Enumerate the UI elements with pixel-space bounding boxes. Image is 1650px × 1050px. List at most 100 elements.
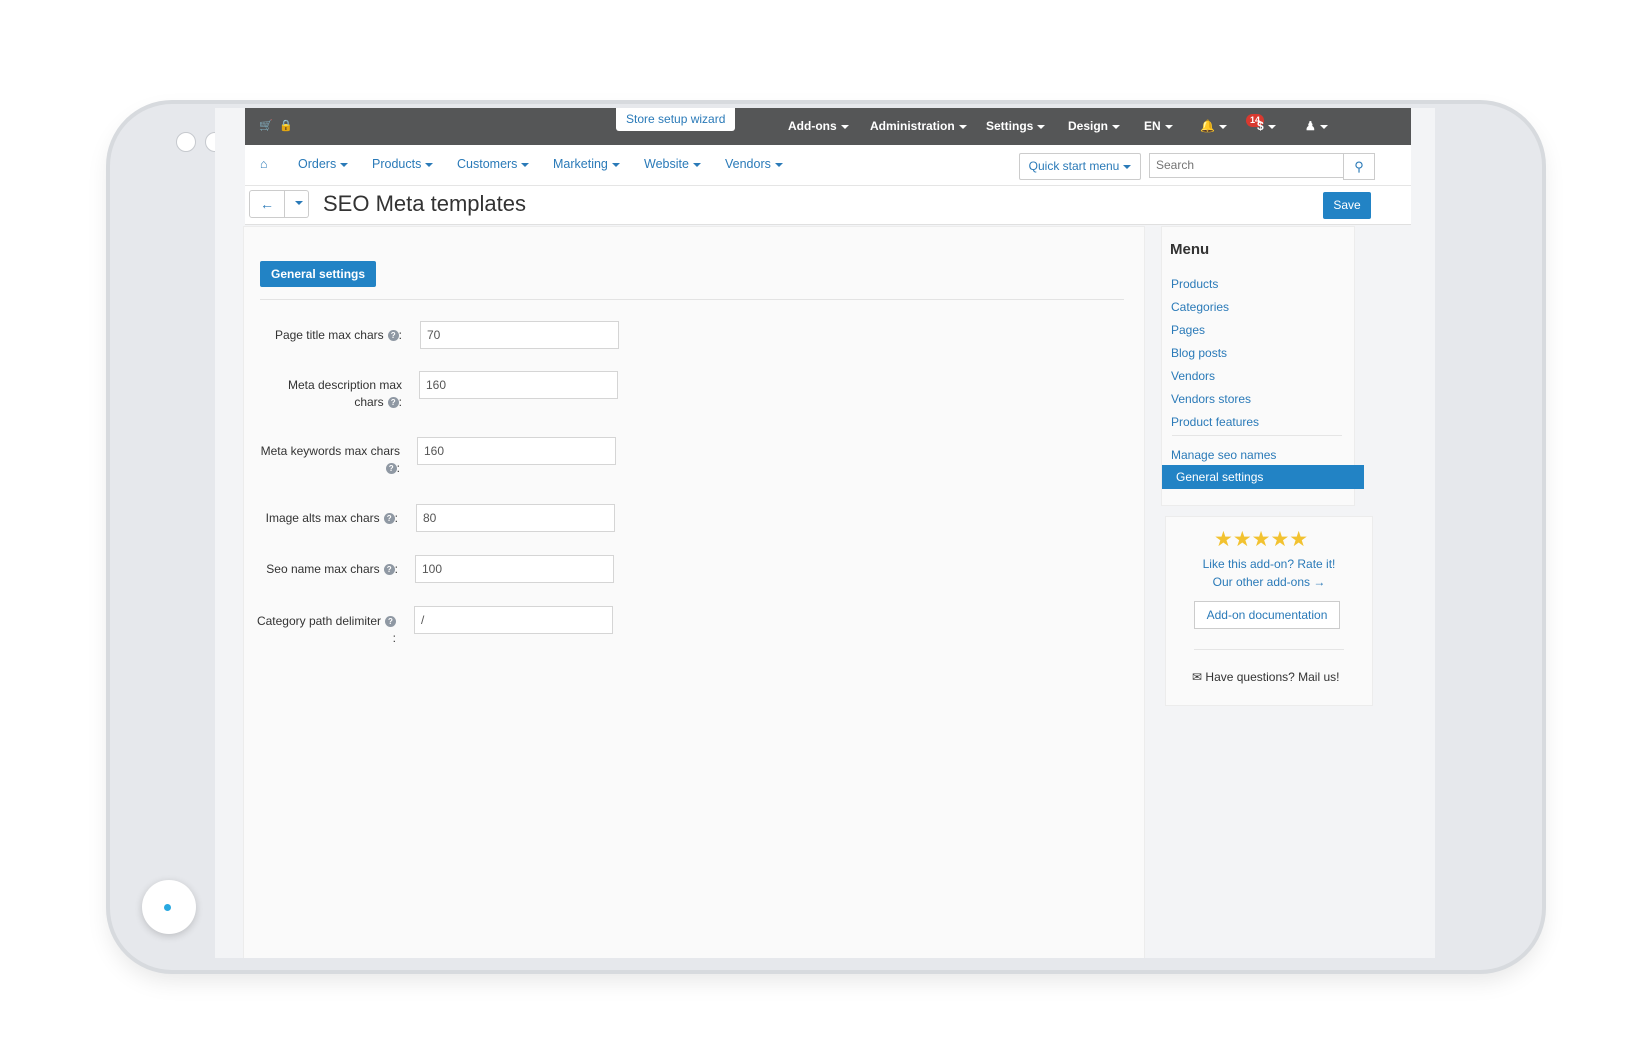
nav-marketing[interactable]: Marketing (553, 157, 620, 171)
quick-start-menu-button[interactable]: Quick start menu (1019, 153, 1141, 180)
nav-label: Vendors (725, 157, 771, 171)
category-path-delimiter-input[interactable] (414, 606, 613, 634)
sidebar-item-categories[interactable]: Categories (1171, 300, 1229, 314)
caret-down-icon (840, 124, 849, 129)
sidebar-item-manage-seo-names[interactable]: Manage seo names (1171, 448, 1276, 462)
main-nav: ⌂ Orders Products Customers Marketing We… (245, 145, 1411, 186)
sidebar-item-vendors-stores[interactable]: Vendors stores (1171, 392, 1251, 406)
caret-down-icon (294, 200, 303, 205)
nav-website[interactable]: Website (644, 157, 701, 171)
cart-icon[interactable]: 🛒 (259, 119, 273, 132)
currency-label: $ (1257, 119, 1264, 133)
arrow-left-icon: ← (260, 196, 274, 212)
field-label-text: Page title max chars (274, 328, 384, 342)
colon: : (398, 395, 402, 409)
sidebar-item-products[interactable]: Products (1171, 277, 1218, 291)
back-button[interactable]: ← (249, 190, 285, 218)
field-label-text: chars (354, 395, 384, 409)
currency-menu[interactable]: $ (1257, 119, 1276, 133)
rate-link[interactable]: Like this add-on? Rate it! (1166, 557, 1372, 571)
field-label: Image alts max chars?: (248, 510, 398, 527)
tab-general-settings[interactable]: General settings (260, 261, 377, 287)
sidebar-menu: Menu Products Categories Pages Blog post… (1161, 226, 1364, 506)
field-label-text: Meta keywords max chars (260, 444, 400, 458)
title-bar: ← SEO Meta templates Save (245, 186, 1411, 225)
menu-label: Administration (870, 119, 955, 133)
nav-customers[interactable]: Customers (457, 157, 530, 171)
menu-design[interactable]: Design (1068, 119, 1121, 133)
menu-label: Add-ons (788, 119, 837, 133)
lock-icon[interactable]: 🔒 (279, 119, 293, 132)
sidebar-title: Menu (1170, 241, 1210, 258)
field-label: Seo name max chars?: (248, 561, 398, 578)
envelope-icon: ✉ (1192, 670, 1203, 684)
page-title: SEO Meta templates (323, 191, 526, 216)
help-icon[interactable]: ? (387, 330, 399, 342)
history-dropdown-button[interactable] (285, 190, 309, 218)
colon: : (394, 562, 398, 576)
nav-label: Orders (298, 157, 337, 171)
page-title-max-chars-input[interactable] (420, 321, 619, 349)
store-setup-wizard-button[interactable]: Store setup wizard (616, 108, 736, 131)
sidebar-item-product-features[interactable]: Product features (1171, 415, 1259, 429)
menu-label: EN (1144, 119, 1161, 133)
caret-down-icon (1267, 124, 1276, 129)
field-label-text: Meta description max (287, 378, 402, 392)
bell-icon: 🔔 (1200, 119, 1215, 133)
rate-divider (1194, 649, 1344, 650)
caret-down-icon (1218, 124, 1227, 129)
field-label: Meta keywords max chars?: (248, 443, 400, 477)
field-label-text: Seo name max chars (266, 562, 380, 576)
addon-documentation-button[interactable]: Add-on documentation (1194, 601, 1340, 629)
other-addons-link[interactable]: Our other add-ons → (1166, 575, 1372, 589)
help-icon[interactable]: ? (387, 397, 399, 409)
image-alts-max-chars-input[interactable] (416, 504, 615, 532)
top-bar: 🛒 🔒 Store setup wizard Add-ons Administr… (245, 108, 1411, 145)
sidebar-item-general-settings[interactable]: General settings (1162, 465, 1364, 489)
colon: : (396, 461, 400, 475)
window-dot[interactable] (176, 132, 196, 152)
menu-administration[interactable]: Administration (870, 119, 967, 133)
meta-description-max-chars-input[interactable] (419, 371, 618, 399)
help-icon[interactable]: ? (385, 616, 396, 628)
rating-stars[interactable]: ★★★★★ (1214, 527, 1308, 552)
device-logo-button[interactable] (142, 880, 196, 934)
home-icon[interactable]: ⌂ (260, 157, 268, 171)
search-input[interactable] (1149, 153, 1343, 178)
field-label-text: Category path delimiter (256, 614, 381, 628)
search-button[interactable]: ⚲ (1343, 153, 1375, 180)
nav-label: Products (372, 157, 422, 171)
help-icon[interactable]: ? (383, 564, 395, 576)
mail-us-link[interactable]: ✉ Have questions? Mail us! (1192, 670, 1339, 684)
help-icon[interactable]: ? (383, 513, 395, 525)
nav-products[interactable]: Products (372, 157, 434, 171)
meta-keywords-max-chars-input[interactable] (417, 437, 616, 465)
nav-label: Marketing (553, 157, 608, 171)
menu-label: Design (1068, 119, 1109, 133)
caret-down-icon (958, 124, 967, 129)
sidebar-item-vendors[interactable]: Vendors (1171, 369, 1215, 383)
help-icon[interactable]: ? (385, 463, 397, 475)
caret-down-icon (340, 162, 349, 167)
sidebar-item-pages[interactable]: Pages (1171, 323, 1205, 337)
menu-addons[interactable]: Add-ons (788, 119, 849, 133)
logo-icon (164, 903, 171, 911)
nav-vendors[interactable]: Vendors (725, 157, 783, 171)
user-menu[interactable]: ♟ (1305, 119, 1328, 133)
seo-name-max-chars-input[interactable] (415, 555, 614, 583)
save-button[interactable]: Save (1323, 192, 1371, 219)
menu-settings[interactable]: Settings (986, 119, 1046, 133)
caret-down-icon (521, 162, 530, 167)
nav-label: Customers (457, 157, 518, 171)
app-screen: 🛒 🔒 Store setup wizard Add-ons Administr… (215, 108, 1435, 958)
rate-addon-panel: ★★★★★ Like this add-on? Rate it! Our oth… (1165, 516, 1373, 706)
notifications-menu[interactable]: 🔔 (1200, 119, 1227, 133)
nav-orders[interactable]: Orders (298, 157, 349, 171)
sidebar-item-blog-posts[interactable]: Blog posts (1171, 346, 1227, 360)
field-label: Category path delimiter?: (248, 613, 396, 647)
menu-label: Settings (986, 119, 1034, 133)
menu-language[interactable]: EN (1144, 119, 1173, 133)
caret-down-icon (1123, 164, 1132, 169)
quick-start-label: Quick start menu (1028, 159, 1120, 173)
caret-down-icon (1319, 124, 1328, 129)
